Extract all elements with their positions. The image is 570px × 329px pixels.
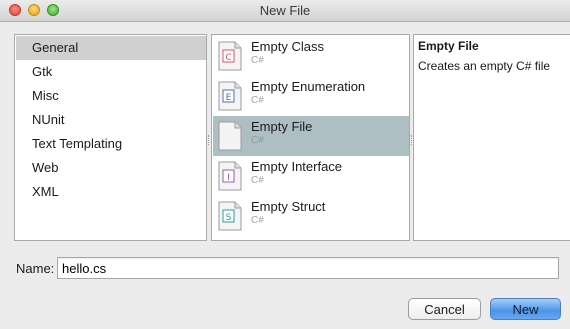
title-bar: New File: [0, 0, 570, 22]
template-list[interactable]: C Empty Class C# E Empty Enumeration C# …: [211, 34, 410, 241]
template-item-empty-struct[interactable]: S Empty Struct C#: [213, 196, 409, 236]
new-file-dialog: New File General Gtk Misc NUnit Text Tem…: [0, 0, 570, 329]
category-item-nunit[interactable]: NUnit: [16, 108, 206, 132]
template-name: Empty Struct: [251, 199, 326, 214]
enum-file-icon: E: [218, 81, 242, 111]
new-button[interactable]: New: [490, 298, 561, 320]
template-item-empty-class[interactable]: C Empty Class C#: [213, 36, 409, 76]
template-name: Empty Interface: [251, 159, 343, 174]
struct-file-icon: S: [218, 201, 242, 231]
cancel-button[interactable]: Cancel: [408, 298, 481, 320]
category-item-text-templating[interactable]: Text Templating: [16, 132, 206, 156]
splitter-handle-left[interactable]: [206, 135, 209, 145]
name-label: Name:: [16, 261, 55, 276]
template-item-empty-file[interactable]: Empty File C#: [213, 116, 409, 156]
svg-text:C: C: [225, 53, 231, 63]
splitter-handle-right[interactable]: [409, 135, 412, 145]
blank-file-icon: [218, 121, 242, 151]
svg-text:S: S: [226, 213, 232, 223]
template-language: C#: [251, 95, 264, 106]
template-name: Empty Enumeration: [251, 79, 366, 94]
template-language: C#: [251, 55, 264, 66]
template-language: C#: [251, 135, 264, 146]
category-item-gtk[interactable]: Gtk: [16, 60, 206, 84]
description-title: Empty File: [418, 39, 479, 53]
template-name: Empty File: [251, 119, 313, 134]
class-file-icon: C: [218, 41, 242, 71]
template-item-empty-interface[interactable]: I Empty Interface C#: [213, 156, 409, 196]
window-title: New File: [259, 3, 311, 18]
svg-text:E: E: [226, 93, 232, 103]
template-item-empty-enumeration[interactable]: E Empty Enumeration C#: [213, 76, 409, 116]
svg-text:I: I: [227, 173, 230, 183]
template-name: Empty Class: [251, 39, 324, 54]
category-list[interactable]: General Gtk Misc NUnit Text Templating W…: [14, 34, 207, 241]
template-language: C#: [251, 175, 264, 186]
description-text: Creates an empty C# file: [418, 59, 551, 73]
file-name-input[interactable]: [57, 257, 559, 279]
category-item-web[interactable]: Web: [16, 156, 206, 180]
category-item-xml[interactable]: XML: [16, 180, 206, 204]
category-item-misc[interactable]: Misc: [16, 84, 206, 108]
category-item-general[interactable]: General: [16, 36, 206, 60]
template-language: C#: [251, 215, 264, 226]
interface-file-icon: I: [218, 161, 242, 191]
description-panel: Empty File Creates an empty C# file: [413, 34, 570, 241]
